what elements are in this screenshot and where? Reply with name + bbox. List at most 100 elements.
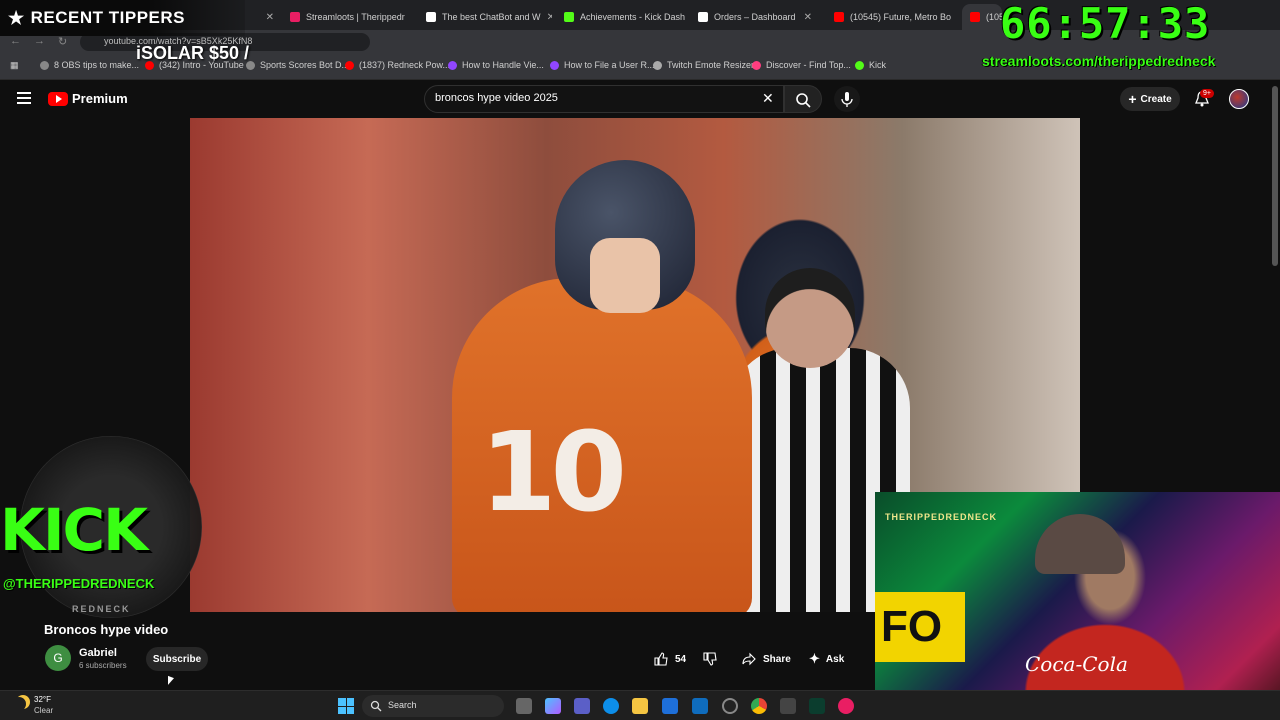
windows-taskbar: 32°F Clear Search bbox=[0, 690, 1280, 720]
account-avatar[interactable] bbox=[1229, 89, 1249, 109]
browser-tab-active[interactable]: (10545) bbox=[962, 4, 1002, 30]
back-icon[interactable]: ← bbox=[10, 35, 21, 47]
emblem-text: REDNECK bbox=[72, 604, 131, 614]
subscribe-button[interactable]: Subscribe bbox=[146, 647, 208, 671]
close-icon[interactable]: ✕ bbox=[541, 12, 552, 23]
bookmark-icon bbox=[40, 60, 49, 70]
voice-search-button[interactable] bbox=[834, 86, 860, 112]
globe-icon bbox=[653, 60, 662, 70]
chatbot-icon bbox=[426, 12, 436, 22]
scrollbar[interactable] bbox=[1272, 86, 1278, 266]
youtube-play-icon bbox=[48, 91, 68, 106]
bookmark-item[interactable]: How to Handle Vie... bbox=[448, 60, 544, 70]
share-button[interactable]: Share bbox=[741, 647, 791, 671]
audio-app-icon[interactable] bbox=[838, 698, 854, 714]
weather-temp[interactable]: 32°F bbox=[34, 695, 51, 704]
app-icon[interactable] bbox=[780, 698, 796, 714]
search-label: Search bbox=[388, 700, 417, 710]
twitch-icon bbox=[550, 60, 559, 70]
clear-search-icon[interactable]: ✕ bbox=[762, 90, 774, 107]
bookmark-item[interactable]: 8 OBS tips to make... bbox=[40, 60, 139, 70]
stream-url: streamloots.com/therippedredneck bbox=[982, 53, 1216, 69]
moon-icon bbox=[12, 697, 26, 711]
reload-icon[interactable]: ↻ bbox=[58, 35, 67, 48]
youtube-icon bbox=[970, 12, 980, 22]
bookmark-item[interactable]: How to File a User R... bbox=[550, 60, 655, 70]
sparkle-icon: ✦ bbox=[809, 651, 820, 666]
tab-label: Orders – Dashboard bbox=[714, 12, 796, 22]
weather-condition[interactable]: Clear bbox=[34, 706, 53, 715]
yellow-sign: FO bbox=[875, 592, 965, 662]
subscriber-count: 6 subscribers bbox=[79, 661, 127, 670]
create-button[interactable]: + Create bbox=[1120, 87, 1180, 111]
jersey-number: 10 bbox=[480, 408, 627, 536]
streamer-head bbox=[1035, 514, 1125, 574]
terminal-icon[interactable] bbox=[809, 698, 825, 714]
windows-start-icon[interactable] bbox=[338, 698, 354, 714]
close-icon[interactable]: ✕ bbox=[951, 12, 958, 23]
store-icon[interactable] bbox=[662, 698, 678, 714]
teams-icon[interactable] bbox=[574, 698, 590, 714]
chrome-icon[interactable] bbox=[751, 698, 767, 714]
tippers-title: RECENT TIPPERS bbox=[30, 8, 185, 27]
browser-tab[interactable]: (10545) Future, Metro Bo✕ bbox=[826, 4, 958, 30]
twitch-icon bbox=[448, 60, 457, 70]
bookmark-label: How to Handle Vie... bbox=[462, 60, 544, 70]
task-view-icon[interactable] bbox=[516, 698, 532, 714]
search-icon bbox=[370, 700, 382, 712]
obs-icon[interactable] bbox=[722, 698, 738, 714]
bookmark-label: 8 OBS tips to make... bbox=[54, 60, 140, 70]
bookmark-item[interactable]: Discover - Find Top... bbox=[752, 60, 851, 70]
tab-label: (10545) Future, Metro Bo bbox=[850, 12, 952, 22]
share-label: Share bbox=[763, 653, 791, 665]
close-icon[interactable]: ✕ bbox=[405, 12, 412, 23]
plus-icon: + bbox=[1128, 91, 1137, 107]
youtube-icon bbox=[834, 12, 844, 22]
ask-label: Ask bbox=[825, 653, 845, 665]
file-explorer-icon[interactable] bbox=[632, 698, 648, 714]
youtube-header: Premium broncos hype video 2025 ✕ + Creat… bbox=[0, 80, 1280, 118]
ask-button[interactable]: ✦ Ask bbox=[809, 647, 844, 671]
thumbs-up-icon bbox=[654, 652, 668, 666]
streamloots-icon bbox=[290, 12, 300, 22]
copilot-icon[interactable] bbox=[545, 698, 561, 714]
apps-icon[interactable]: ▦ bbox=[10, 60, 19, 71]
browser-tab[interactable]: The best ChatBot and W ✕ bbox=[418, 4, 552, 30]
bookmark-item[interactable]: Sports Scores Bot D... bbox=[246, 60, 349, 70]
browser-tab[interactable]: Streamloots | Therippedr✕ bbox=[282, 4, 412, 30]
channel-name[interactable]: Gabriel bbox=[79, 647, 117, 659]
bookmark-item[interactable]: (1837) Redneck Pow... bbox=[345, 60, 450, 70]
search-button[interactable] bbox=[784, 85, 822, 113]
browser-tab[interactable]: ✕ bbox=[245, 4, 282, 30]
close-icon[interactable]: ✕ bbox=[798, 12, 812, 23]
star-icon: ★ bbox=[8, 7, 25, 28]
like-count: 54 bbox=[675, 653, 687, 665]
search-input[interactable]: broncos hype video 2025 bbox=[424, 85, 784, 113]
dislike-button[interactable] bbox=[702, 647, 718, 671]
close-icon[interactable]: ✕ bbox=[685, 12, 686, 23]
bookmark-item[interactable]: Twitch Emote Resizer bbox=[653, 60, 754, 70]
like-button[interactable]: 54 bbox=[653, 647, 686, 671]
bookmark-label: Discover - Find Top... bbox=[766, 60, 851, 70]
browser-tab[interactable]: Orders – Dashboard ✕ bbox=[690, 4, 820, 30]
youtube-logo[interactable]: Premium bbox=[48, 91, 128, 106]
search-value: broncos hype video 2025 bbox=[435, 92, 558, 104]
menu-icon[interactable] bbox=[17, 92, 31, 104]
bookmark-item[interactable]: Kick bbox=[855, 60, 886, 70]
channel-avatar[interactable]: G bbox=[45, 645, 71, 671]
recent-tippers-banner: ★ RECENT TIPPERS bbox=[0, 0, 245, 36]
tab-label: Streamloots | Therippedr bbox=[306, 12, 405, 22]
close-icon[interactable]: ✕ bbox=[260, 12, 274, 23]
kick-handle: @THERIPPEDREDNECK bbox=[3, 576, 155, 591]
bookmark-label: How to File a User R... bbox=[564, 60, 655, 70]
taskbar-search[interactable]: Search bbox=[362, 695, 504, 717]
forward-icon[interactable]: → bbox=[34, 35, 45, 47]
shirt-logo: Coca-Cola bbox=[1025, 652, 1128, 676]
bookmark-label: (1837) Redneck Pow... bbox=[359, 60, 451, 70]
edge-icon[interactable] bbox=[603, 698, 619, 714]
tab-label: Achievements - Kick Dash bbox=[580, 12, 686, 22]
neon-sign: THERIPPEDREDNECK bbox=[885, 512, 998, 522]
youtube-icon bbox=[345, 60, 354, 70]
browser-tab[interactable]: Achievements - Kick Dash✕ bbox=[556, 4, 686, 30]
outlook-icon[interactable] bbox=[692, 698, 708, 714]
